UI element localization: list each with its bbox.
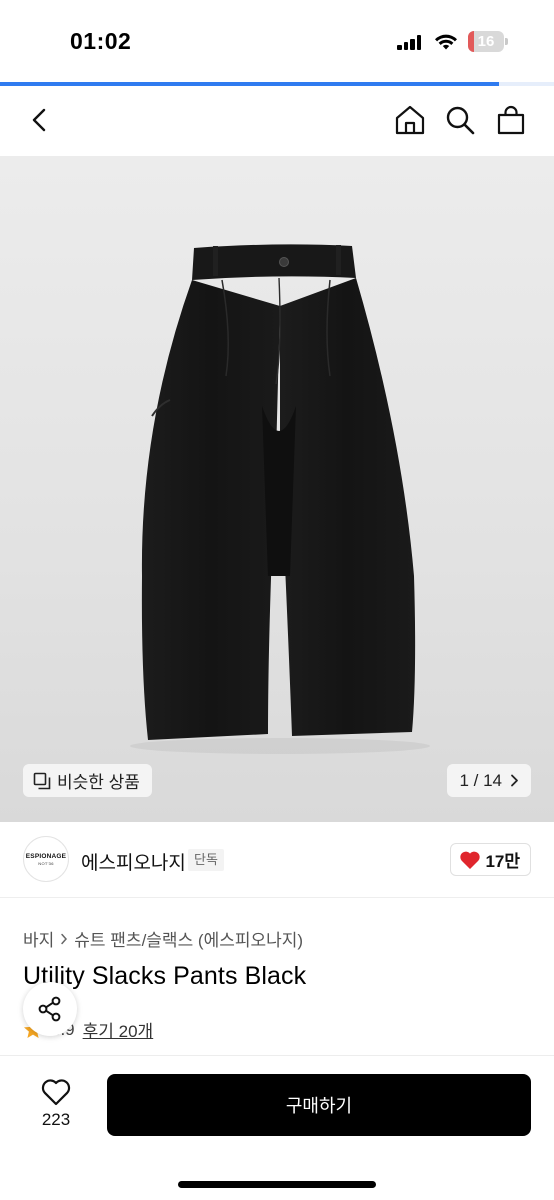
status-time: 01:02 <box>70 28 132 54</box>
battery-icon: 16 <box>468 31 508 52</box>
wishlist-count: 223 <box>41 1110 71 1129</box>
similar-products-label: 비슷한 상품 <box>57 773 140 792</box>
status-bar: 01:02 16 <box>0 0 554 82</box>
battery-level: 16 <box>477 33 495 50</box>
share-button[interactable] <box>23 982 77 1036</box>
search-icon <box>446 106 475 135</box>
product-image-carousel[interactable]: 비슷한 상품 1 / 14 <box>0 156 554 822</box>
image-pager-label: 1 / 14 <box>459 770 502 790</box>
heart-filled-icon <box>460 851 481 869</box>
brand-logo[interactable]: ESPIONAGE NOT'36 <box>23 836 69 882</box>
home-indicator <box>178 1181 376 1188</box>
brand-like-button[interactable]: 17만 <box>450 843 531 876</box>
search-button[interactable] <box>442 102 478 138</box>
review-link[interactable]: 후기 20개 <box>83 1017 154 1042</box>
exclusive-badge: 단독 <box>188 849 224 871</box>
brand-row[interactable]: ESPIONAGE NOT'36 에스피오나지 단독 17만 <box>0 822 554 898</box>
brand-like-count: 17만 <box>485 852 520 871</box>
breadcrumb: 바지 슈트 팬츠/슬랙스 (에스피오나지) <box>23 926 303 951</box>
copy-icon <box>33 772 51 789</box>
similar-products-button[interactable]: 비슷한 상품 <box>23 764 152 797</box>
cellular-signal-icon <box>397 35 423 50</box>
image-pager[interactable]: 1 / 14 <box>447 764 531 797</box>
breadcrumb-category[interactable]: 바지 <box>23 926 54 951</box>
brand-name[interactable]: 에스피오나지 <box>81 848 186 875</box>
app-header <box>0 86 554 156</box>
buy-button[interactable]: 구매하기 <box>107 1074 531 1136</box>
bottom-action-bar: 223 구매하기 <box>0 1055 554 1200</box>
product-photo <box>130 244 430 754</box>
breadcrumb-subcategory[interactable]: 슈트 팬츠/슬랙스 (에스피오나지) <box>74 926 303 951</box>
brand-logo-subtext: NOT'36 <box>38 860 54 866</box>
share-icon <box>38 996 61 1022</box>
chevron-right-icon <box>61 933 68 944</box>
back-button[interactable] <box>22 102 58 138</box>
brand-logo-text: ESPIONAGE <box>25 852 67 860</box>
chevron-left-icon <box>32 108 46 132</box>
shopping-bag-icon <box>497 105 525 135</box>
heart-outline-icon <box>41 1079 71 1106</box>
wishlist-button[interactable]: 223 <box>28 1078 84 1134</box>
home-button[interactable] <box>392 102 428 138</box>
home-icon <box>395 105 425 135</box>
chevron-right-icon <box>511 774 518 787</box>
cart-button[interactable] <box>493 102 529 138</box>
wifi-icon <box>435 34 457 50</box>
